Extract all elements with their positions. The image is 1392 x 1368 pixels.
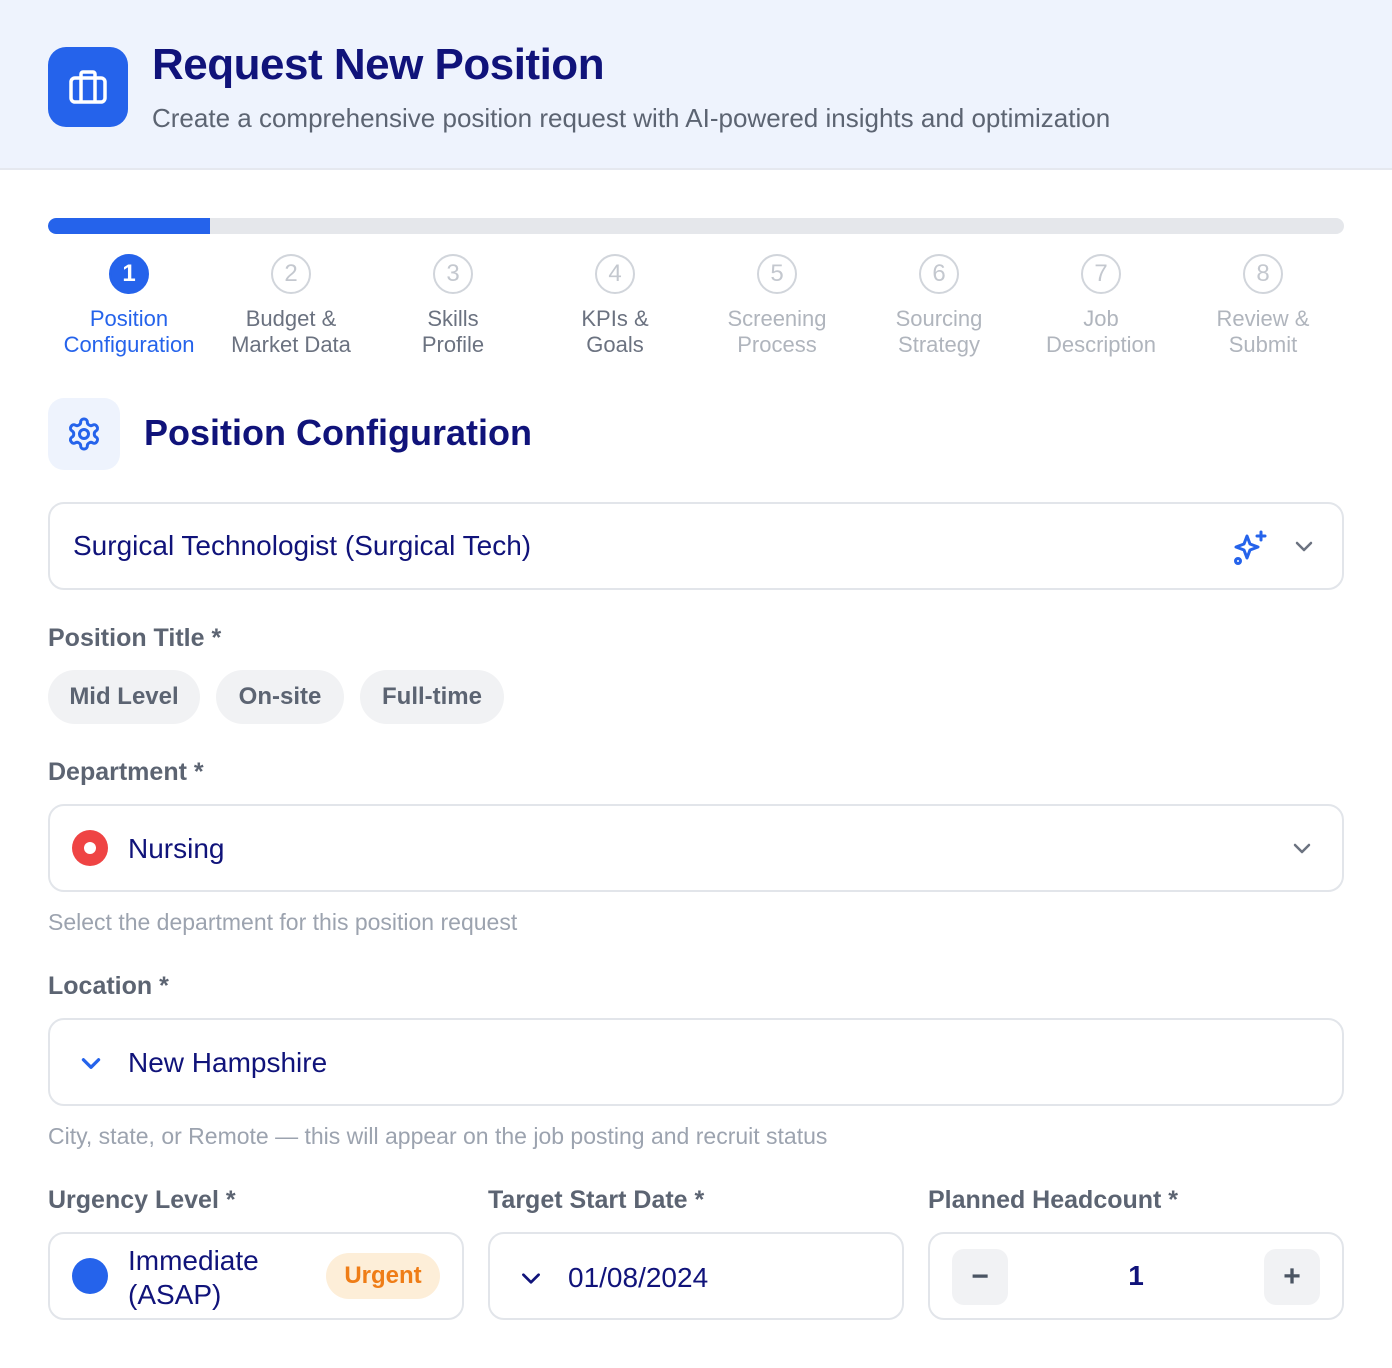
step-label: Sourcing Strategy xyxy=(895,306,983,357)
step-sourcing-strategy[interactable]: 6 Sourcing Strategy xyxy=(858,254,1020,358)
step-number: 4 xyxy=(595,254,635,294)
chip-full-time[interactable]: Full-time xyxy=(360,670,504,724)
department-color-dot xyxy=(72,830,108,866)
location-value: New Hampshire xyxy=(128,1047,328,1078)
chip-mid-level[interactable]: Mid Level xyxy=(48,670,200,724)
step-number: 2 xyxy=(271,254,311,294)
step-label: KPIs & Goals xyxy=(581,306,649,357)
section-title: Position Configuration xyxy=(144,412,532,453)
headcount-value[interactable]: 1 xyxy=(1008,1260,1264,1292)
chevron-down-icon[interactable] xyxy=(1292,534,1316,563)
step-label: Review & Submit xyxy=(1216,306,1310,357)
location-hint: City, state, or Remote — this will appea… xyxy=(48,1123,828,1149)
sparkles-icon[interactable] xyxy=(1230,528,1270,573)
increment-button[interactable]: + xyxy=(1264,1249,1320,1305)
decrement-button[interactable]: − xyxy=(952,1249,1008,1305)
start-date-label: Target Start Date * xyxy=(488,1186,705,1214)
plus-icon: + xyxy=(1283,1260,1301,1293)
page-subtitle: Create a comprehensive position request … xyxy=(152,103,1111,133)
step-position-configuration[interactable]: 1 Position Configuration xyxy=(48,254,210,358)
stepper: 1 Position Configuration 2 Budget & Market… xyxy=(48,254,1344,364)
page-header: Request New Position Create a comprehens… xyxy=(0,0,1392,170)
briefcase-icon xyxy=(48,47,128,127)
step-number: 1 xyxy=(109,254,149,294)
chevron-down-icon[interactable] xyxy=(78,1050,104,1081)
step-skills-profile[interactable]: 3 Skills Profile xyxy=(372,254,534,358)
urgency-color-dot xyxy=(72,1258,108,1294)
department-select[interactable]: Nursing xyxy=(48,804,1344,892)
step-job-description[interactable]: 7 Job Description xyxy=(1020,254,1182,358)
chip-on-site[interactable]: On-site xyxy=(216,670,344,724)
position-template-value: Surgical Technologist (Surgical Tech) xyxy=(73,530,532,561)
start-date-value: 01/08/2024 xyxy=(568,1262,709,1293)
step-label: Skills Profile xyxy=(421,306,485,357)
urgency-value: Immediate (ASAP) xyxy=(128,1245,259,1310)
page-title: Request New Position xyxy=(152,40,605,89)
chevron-down-icon[interactable] xyxy=(518,1265,544,1296)
step-kpis-goals[interactable]: 4 KPIs & Goals xyxy=(534,254,696,358)
step-label: Position Configuration xyxy=(63,306,195,357)
headcount-label: Planned Headcount * xyxy=(928,1186,1179,1214)
progress-fill xyxy=(48,218,210,234)
step-screening-process[interactable]: 5 Screening Process xyxy=(696,254,858,358)
step-label: Screening Process xyxy=(727,306,827,357)
step-budget-market-data[interactable]: 2 Budget & Market Data xyxy=(210,254,372,358)
department-hint: Select the department for this position … xyxy=(48,909,518,935)
step-review-submit[interactable]: 8 Review & Submit xyxy=(1182,254,1344,358)
department-label: Department * xyxy=(48,758,204,786)
chevron-down-icon[interactable] xyxy=(1290,836,1314,865)
step-number: 6 xyxy=(919,254,959,294)
progress-bar xyxy=(48,218,1344,234)
position-template-select[interactable]: Surgical Technologist (Surgical Tech) xyxy=(48,502,1344,590)
step-number: 7 xyxy=(1081,254,1121,294)
location-label: Location * xyxy=(48,972,169,1000)
gear-icon xyxy=(48,398,120,470)
step-label: Job Description xyxy=(1045,306,1157,357)
step-label: Budget & Market Data xyxy=(231,306,351,357)
step-number: 5 xyxy=(757,254,797,294)
urgent-badge: Urgent xyxy=(326,1253,440,1299)
position-title-label: Position Title * xyxy=(48,624,222,652)
step-number: 3 xyxy=(433,254,473,294)
department-value: Nursing xyxy=(128,833,225,864)
minus-icon: − xyxy=(971,1260,989,1293)
location-input[interactable]: New Hampshire xyxy=(48,1018,1344,1106)
urgency-label: Urgency Level * xyxy=(48,1186,236,1214)
step-number: 8 xyxy=(1243,254,1283,294)
start-date-input[interactable]: 01/08/2024 xyxy=(488,1232,904,1320)
